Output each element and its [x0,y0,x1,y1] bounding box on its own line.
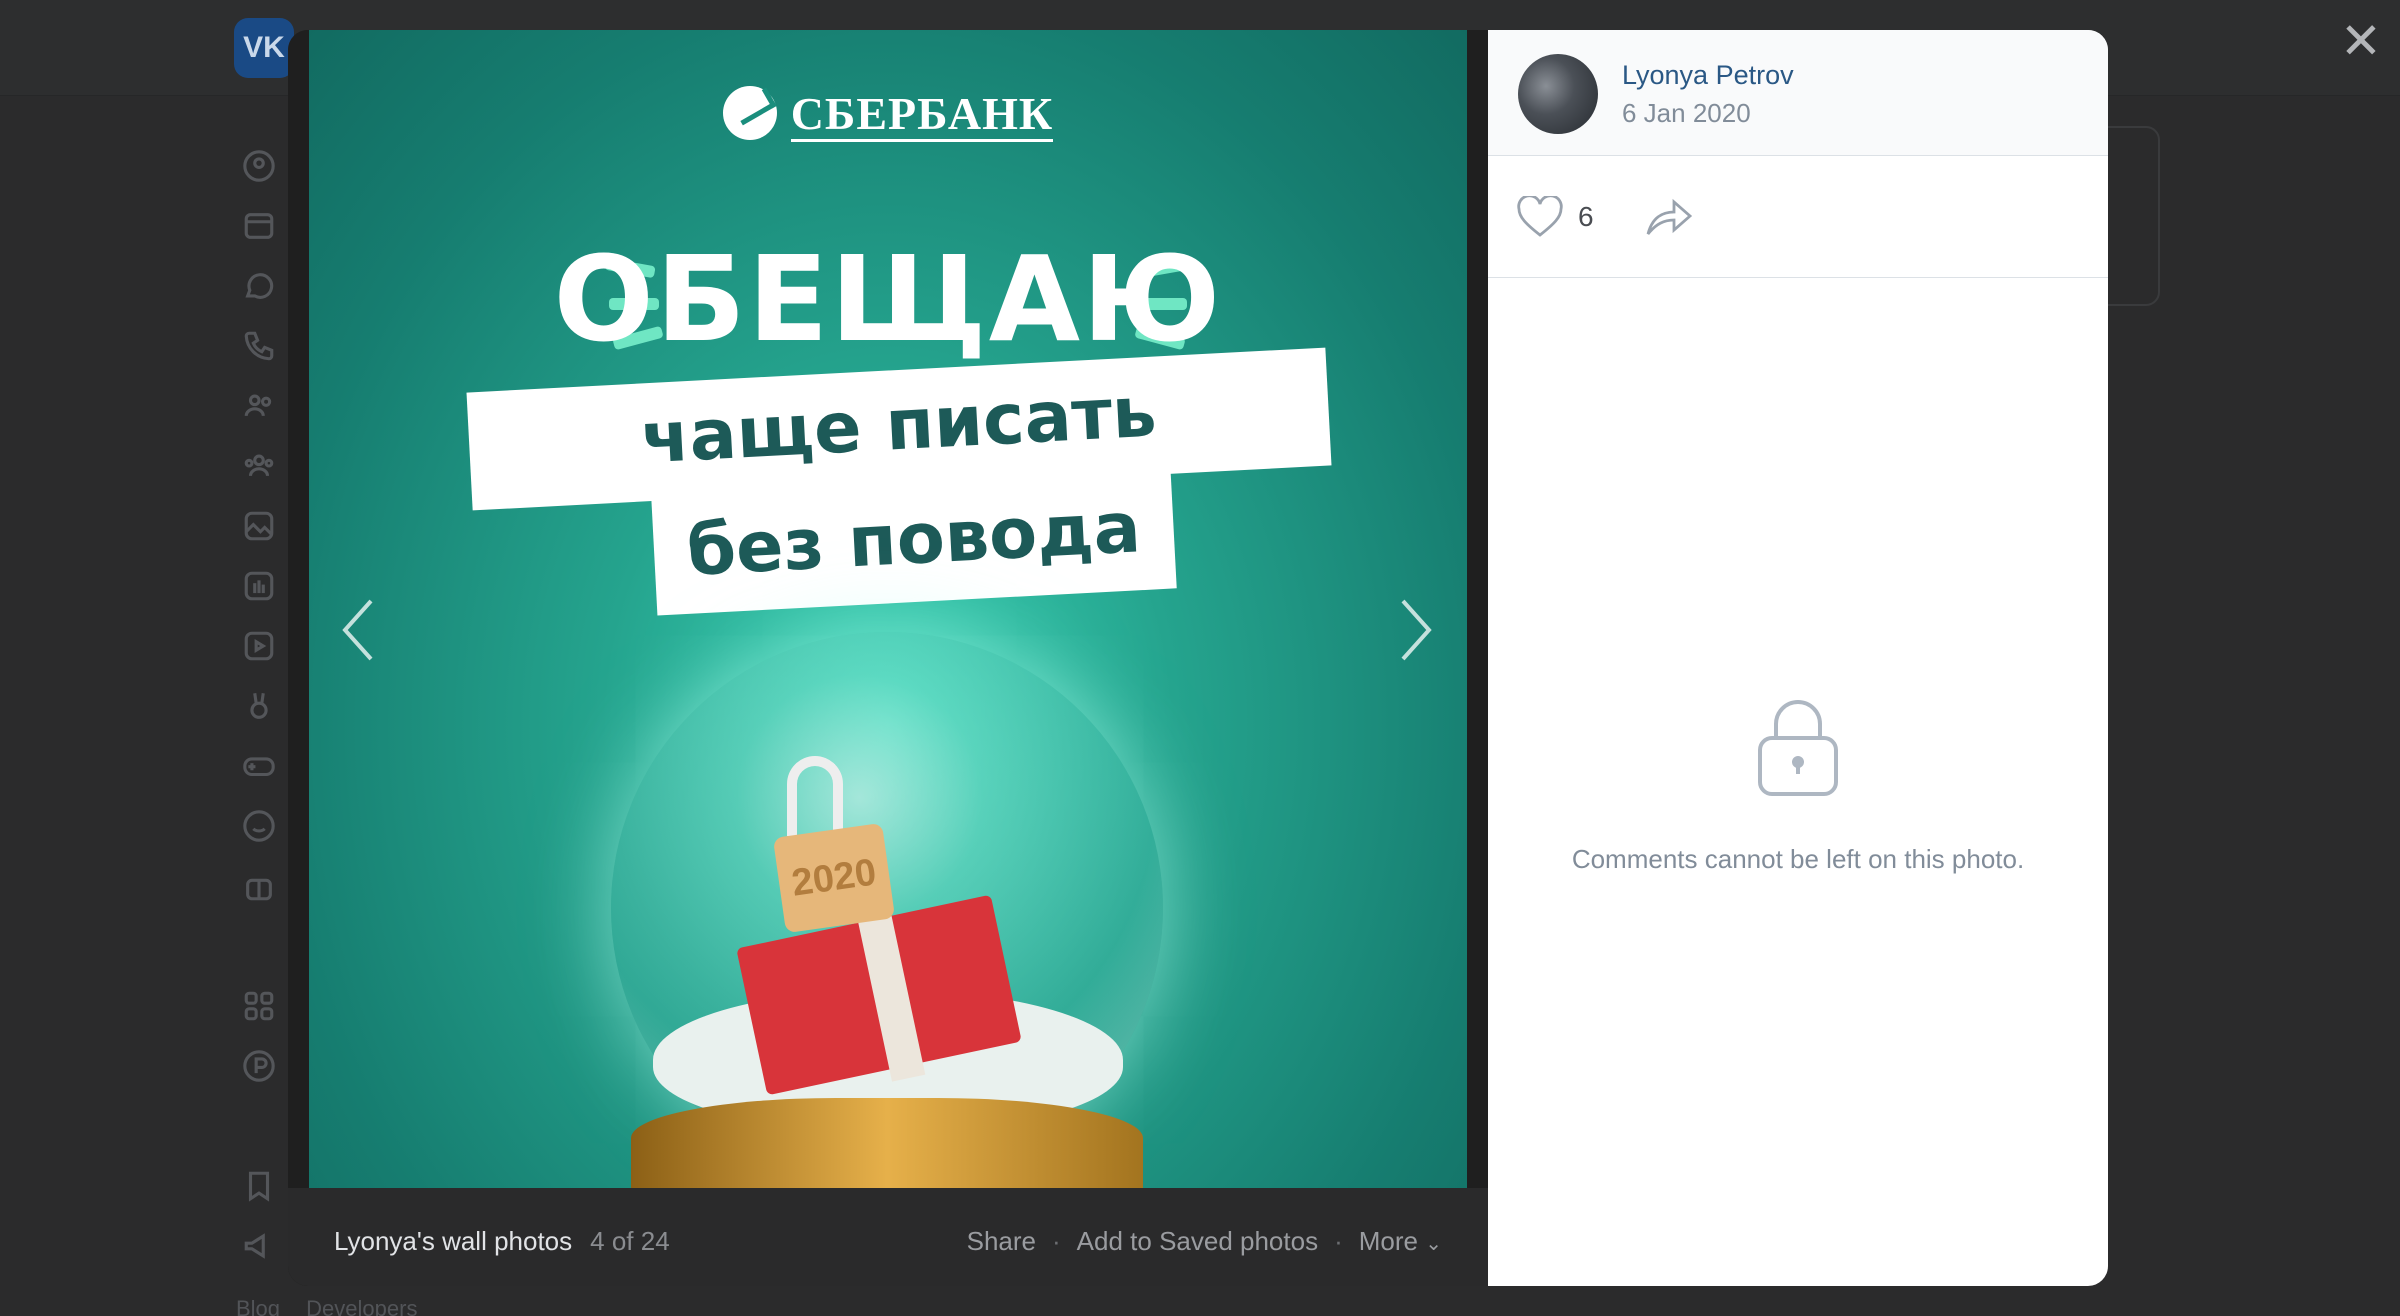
album-link[interactable]: Lyonya's wall photos [334,1226,572,1256]
separator: · [1052,1226,1061,1256]
games-icon[interactable] [234,736,284,796]
separator: · [1334,1226,1343,1256]
profile-icon[interactable] [234,136,284,196]
video-icon[interactable] [234,616,284,676]
author-name[interactable]: Lyonya Petrov [1622,60,1794,91]
left-nav [234,136,284,1276]
lock-icon [1756,698,1840,803]
reactions-bar: 6 [1488,156,2108,278]
gifts-icon[interactable] [234,856,284,916]
ads-icon[interactable] [234,1216,284,1276]
share-button[interactable]: Share [967,1226,1036,1257]
photo-pane: СБЕРБАНК ОБЕЩАЮ чаще писать друзьям без … [288,30,1488,1286]
photo-headline: ОБЕЩАЮ [553,230,1223,368]
comments-disabled-notice: Comments cannot be left on this photo. [1571,844,2025,874]
globe-base [631,1098,1143,1188]
chevron-right-icon[interactable] [1385,590,1445,670]
friends-icon[interactable] [234,376,284,436]
stickers-icon[interactable] [234,796,284,856]
photo[interactable]: СБЕРБАНК ОБЕЩАЮ чаще писать друзьям без … [309,30,1467,1188]
photo-banner-text: без повода [684,486,1143,592]
chevron-left-icon[interactable] [329,590,389,670]
photos-icon[interactable] [234,496,284,556]
post-date[interactable]: 6 Jan 2020 [1622,98,1751,129]
messages-icon[interactable] [234,256,284,316]
photo-viewer: СБЕРБАНК ОБЕЩАЮ чаще писать друзьям без … [288,30,2108,1286]
album-info: Lyonya's wall photos 4 of 24 [334,1226,670,1257]
footer-link-developers[interactable]: Developers [306,1296,417,1316]
footer-links: Blog Developers [236,1296,437,1316]
clips-icon[interactable] [234,676,284,736]
photo-actions: Share · Add to Saved photos · More ⌄ [967,1226,1442,1257]
close-icon[interactable]: ✕ [2336,16,2386,66]
vk-logo[interactable]: VK [234,18,294,78]
photo-footer: Lyonya's wall photos 4 of 24 Share · Add … [288,1188,1488,1286]
music-icon[interactable] [234,556,284,616]
heart-icon [1517,196,1563,237]
like-count: 6 [1578,201,1594,232]
candy-cane [787,756,843,836]
more-label: More [1358,1226,1418,1256]
footer-link-blog[interactable]: Blog [236,1296,280,1316]
sber-logo-icon [722,86,777,141]
author-header: Lyonya Petrov 6 Jan 2020 [1488,30,2108,156]
save-photo-button[interactable]: Add to Saved photos [1077,1226,1318,1257]
news-icon[interactable] [234,196,284,256]
like-button[interactable]: 6 [1516,196,1594,238]
photo-position: 4 of 24 [590,1226,670,1256]
bookmarks-icon[interactable] [234,1156,284,1216]
share-arrow-icon[interactable] [1644,196,1694,243]
brand-logo: СБЕРБАНК [309,82,1467,142]
apps-icon[interactable] [234,976,284,1036]
communities-icon[interactable] [234,436,284,496]
year-tag: 2020 [772,822,896,934]
calls-icon[interactable] [234,316,284,376]
more-button[interactable]: More ⌄ [1359,1226,1442,1257]
payments-icon[interactable] [234,1036,284,1096]
chevron-down-icon: ⌄ [1425,1233,1442,1255]
side-panel: Lyonya Petrov 6 Jan 2020 6 Comments cann… [1488,30,2108,1286]
avatar[interactable] [1518,54,1598,134]
